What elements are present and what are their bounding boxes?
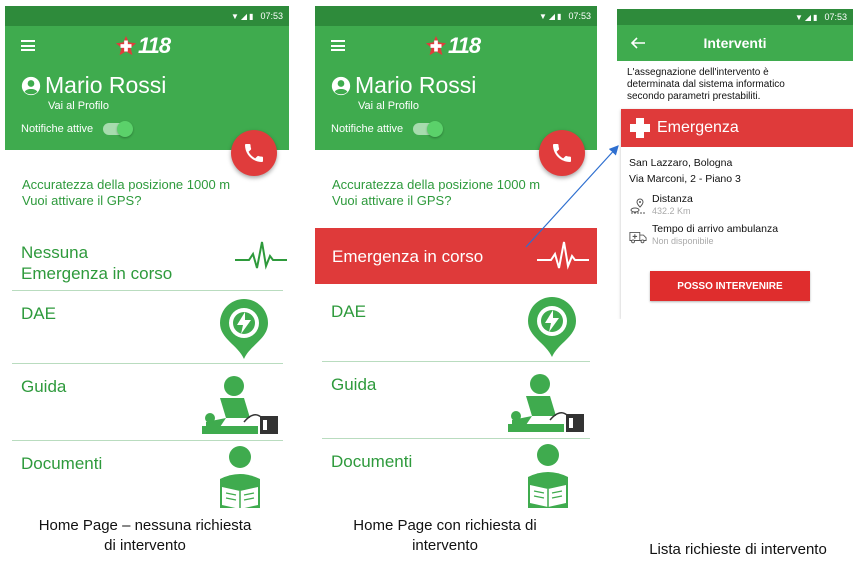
logo-star-icon [425,35,447,56]
caption-home-idle: Home Page – nessuna richiesta di interve… [38,517,252,554]
distance-value: 432.2 Km [652,206,691,216]
emergency-status-label: Nessuna Emergenza in corso [21,243,173,283]
assignment-info: L'assegnazione dell'intervento è determi… [627,67,785,102]
app-logo: 118 [425,33,481,58]
status-bar: ▼◢▮ 07:53 [617,9,853,25]
menu-item-documenti-label: Documenti [331,452,413,471]
emergency-banner: Emergenza [621,109,853,147]
profile-link[interactable]: Vai al Profilo [358,100,419,112]
menu-item-dae-label: DAE [331,302,366,321]
emergency-banner-title: Emergenza [657,119,739,136]
status-time: 07:53 [260,11,283,21]
notifications-row: Notifiche attive [331,121,444,137]
phone-home-idle: ▼◢▮ 07:53 118 Mario Rossi Vai al Profilo… [5,6,289,508]
caption-interventi: Lista richieste di intervento [649,541,827,558]
menu-item-dae[interactable]: DAE [12,291,283,364]
logo-star-icon [115,35,137,56]
logo-text: 118 [448,33,481,58]
gps-prompt[interactable]: Accuratezza della posizione 1000 m Vuoi … [332,177,540,209]
menu-item-guida[interactable]: Guida [322,362,590,439]
menu-item-documenti[interactable]: Documenti [322,439,590,508]
user-icon [21,76,41,95]
gps-enable-text: Vuoi attivare il GPS? [332,193,452,208]
cpr-icon [202,376,278,434]
call-button[interactable] [539,130,585,176]
emergency-address: San Lazzaro, Bologna Via Marconi, 2 - Pi… [621,147,853,187]
menu-icon[interactable] [331,40,345,51]
status-time: 07:53 [824,12,847,22]
phone-icon [553,144,571,162]
emergency-active-label: Emergenza in corso [332,247,484,266]
interventi-header: Interventi [617,25,853,61]
caption-home-active: Home Page con richiesta di intervento [353,517,537,554]
gps-enable-text: Vuoi attivare il GPS? [22,193,142,208]
logo-text: 118 [138,33,171,58]
reading-person-icon [220,446,260,508]
emergency-card[interactable]: Emergenza San Lazzaro, Bologna Via Marco… [621,109,853,319]
ambulance-icon [629,231,647,244]
user-row: Mario Rossi [21,72,166,99]
ambulance-value: Non disponibile [652,236,714,246]
menu-item-guida[interactable]: Guida [12,364,283,441]
aed-pin-icon [528,297,576,357]
phone-home-active: ▼◢▮ 07:53 118 Mario Rossi Vai al Profilo… [315,6,597,508]
address-city: San Lazzaro, Bologna [629,157,733,169]
menu-icon[interactable] [21,40,35,51]
app-logo: 118 [115,33,171,58]
notifications-toggle[interactable] [413,121,444,137]
gps-accuracy-text: Accuratezza della posizione 1000 m [22,177,231,192]
menu-item-guida-label: Guida [331,375,377,394]
user-name: Mario Rossi [355,72,477,98]
red-cross-icon [630,118,650,138]
home-menu-list: Nessuna Emergenza in corso DAE Guida Doc… [12,228,287,508]
status-bar: ▼◢▮ 07:53 [315,6,597,26]
emergency-active-item[interactable]: Emergenza in corso [315,228,597,284]
distance-pin-icon [630,198,645,214]
user-row: Mario Rossi [331,72,476,99]
menu-item-documenti[interactable]: Documenti [12,441,283,508]
reading-person-icon [528,444,568,508]
phone-icon [245,144,263,162]
status-icons: ▼◢▮ [230,11,256,21]
menu-item-documenti-label: Documenti [21,454,103,473]
notifications-label: Notifiche attive [21,123,94,135]
status-time: 07:53 [568,11,591,21]
distance-label: Distanza [652,193,693,205]
profile-link[interactable]: Vai al Profilo [48,100,109,112]
ambulance-row: Tempo di arrivo ambulanza Non disponibil… [621,223,853,247]
user-icon [331,76,351,95]
phone-interventi: ▼◢▮ 07:53 Interventi L'assegnazione dell… [617,9,853,319]
home-menu-list: Emergenza in corso DAE Guida Documenti [315,228,597,508]
cpr-icon [508,374,584,432]
status-bar: ▼◢▮ 07:53 [5,6,289,26]
posso-intervenire-button[interactable]: POSSO INTERVENIRE [650,271,810,301]
menu-item-dae[interactable]: DAE [322,289,590,362]
menu-item-guida-label: Guida [21,377,67,396]
notifications-row: Notifiche attive [21,121,134,137]
ambulance-label: Tempo di arrivo ambulanza [652,223,779,235]
emergency-status-item[interactable]: Nessuna Emergenza in corso [12,228,287,291]
aed-pin-icon [220,299,268,359]
call-button[interactable] [231,130,277,176]
heartbeat-icon [235,241,287,270]
status-icons: ▼◢▮ [794,12,820,22]
status-icons: ▼◢▮ [538,11,564,21]
heartbeat-icon [537,241,589,270]
interventi-title: Interventi [703,35,767,51]
address-street: Via Marconi, 2 - Piano 3 [629,173,741,185]
user-name: Mario Rossi [45,72,167,98]
gps-accuracy-text: Accuratezza della posizione 1000 m [332,177,541,192]
notifications-label: Notifiche attive [331,123,404,135]
notifications-toggle[interactable] [103,121,134,137]
menu-item-dae-label: DAE [21,304,56,323]
distance-row: Distanza 432.2 Km [621,193,853,217]
gps-prompt[interactable]: Accuratezza della posizione 1000 m Vuoi … [22,177,230,209]
